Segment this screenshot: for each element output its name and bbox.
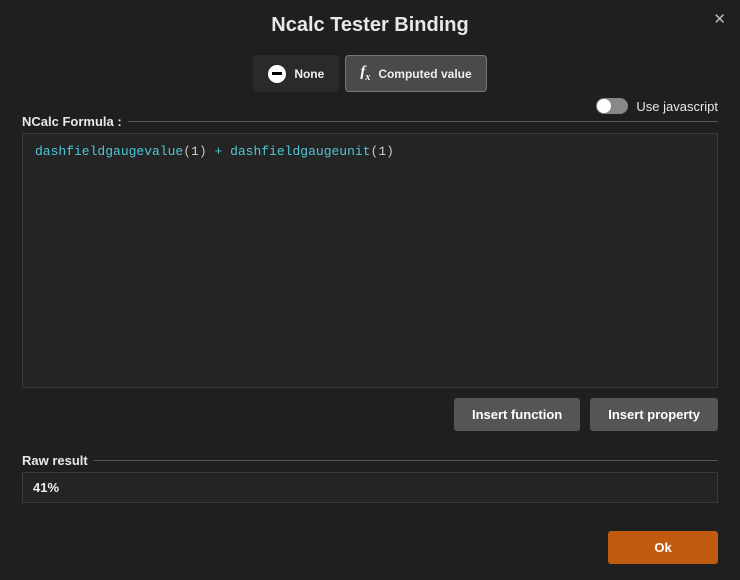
none-icon <box>268 65 286 83</box>
token-num: 1 <box>378 144 386 159</box>
token-paren: ) <box>199 144 207 159</box>
token-fn: dashfieldgaugeunit <box>230 144 370 159</box>
ok-button[interactable]: Ok <box>608 531 718 564</box>
fx-icon: fx <box>360 64 370 83</box>
use-javascript-toggle[interactable] <box>596 98 628 114</box>
raw-label-text: Raw result <box>22 453 88 468</box>
raw-result-field[interactable]: 41% <box>22 472 718 503</box>
token-num: 1 <box>191 144 199 159</box>
dialog-title: Ncalc Tester Binding <box>0 0 740 37</box>
use-javascript-label: Use javascript <box>636 99 718 114</box>
tab-computed-value[interactable]: fx Computed value <box>345 55 486 92</box>
insert-function-button[interactable]: Insert function <box>454 398 580 431</box>
binding-mode-tabs: None fx Computed value <box>0 55 740 92</box>
tab-none[interactable]: None <box>253 55 339 92</box>
raw-result-label: Raw result <box>22 453 718 468</box>
token-paren: ( <box>183 144 191 159</box>
token-op: + <box>207 144 230 159</box>
token-paren: ) <box>386 144 394 159</box>
token-fn: dashfieldgaugevalue <box>35 144 183 159</box>
formula-editor[interactable]: dashfieldgaugevalue(1) + dashfieldgaugeu… <box>22 133 718 388</box>
tab-computed-label: Computed value <box>378 67 471 81</box>
tab-none-label: None <box>294 67 324 81</box>
close-icon[interactable]: ✕ <box>713 10 726 28</box>
formula-label-text: NCalc Formula : <box>22 114 122 129</box>
insert-property-button[interactable]: Insert property <box>590 398 718 431</box>
formula-section-label: NCalc Formula : <box>22 114 718 129</box>
